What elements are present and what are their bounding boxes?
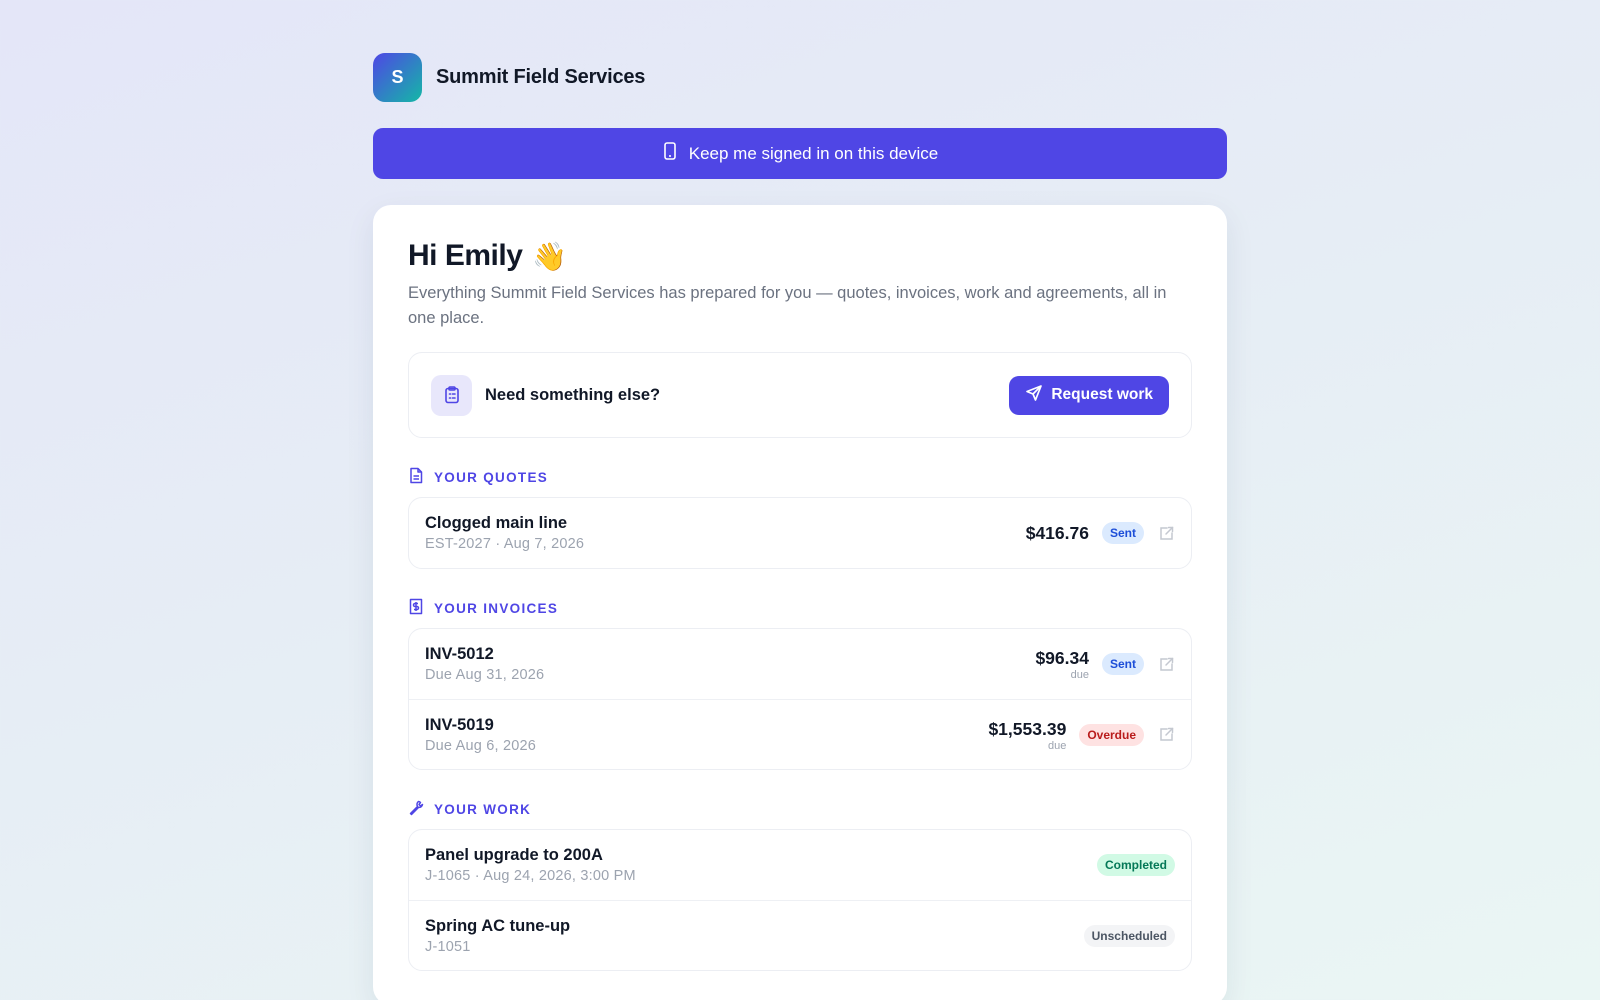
invoice-due-date: Due Aug 6, 2026 xyxy=(425,737,537,754)
status-badge: Unscheduled xyxy=(1083,924,1175,947)
greeting-text: Hi Emily xyxy=(408,239,523,272)
external-link-icon[interactable] xyxy=(1158,656,1175,673)
clipboard-icon xyxy=(431,374,472,416)
brand-name: Summit Field Services xyxy=(436,66,646,88)
invoice-dollar-icon xyxy=(408,598,424,618)
invoices-list: INV-5012 Due Aug 31, 2026 $96.34 due Sen… xyxy=(408,628,1192,770)
work-section-heading: YOUR WORK xyxy=(408,799,1192,819)
status-badge: Completed xyxy=(1096,854,1175,876)
external-link-icon[interactable] xyxy=(1158,525,1175,542)
invoice-number: INV-5012 xyxy=(425,645,494,663)
quotes-heading-label: YOUR QUOTES xyxy=(434,469,549,485)
work-heading-label: YOUR WORK xyxy=(434,801,532,817)
work-list: Panel upgrade to 200A J-1065 · Aug 24, 2… xyxy=(408,829,1192,971)
brand-header: S Summit Field Services xyxy=(373,53,1227,102)
work-subtitle: J-1051 xyxy=(425,938,471,955)
quotes-list: Clogged main line EST-2027 · Aug 7, 2026… xyxy=(408,497,1192,569)
request-work-button[interactable]: Request work xyxy=(1009,375,1169,415)
quote-subtitle: EST-2027 · Aug 7, 2026 xyxy=(425,536,585,552)
invoice-row[interactable]: INV-5012 Due Aug 31, 2026 $96.34 due Sen… xyxy=(409,629,1191,699)
request-work-label: Request work xyxy=(1051,386,1153,403)
invoices-heading-label: YOUR INVOICES xyxy=(434,600,559,616)
document-icon xyxy=(408,467,424,487)
quote-row[interactable]: Clogged main line EST-2027 · Aug 7, 2026… xyxy=(409,498,1191,568)
work-row[interactable]: Panel upgrade to 200A J-1065 · Aug 24, 2… xyxy=(409,830,1191,900)
invoice-number: INV-5019 xyxy=(425,715,494,734)
keep-signed-in-button[interactable]: Keep me signed in on this device xyxy=(373,128,1227,179)
greeting-title: Hi Emily 👋 xyxy=(408,239,1192,273)
invoice-amount: $96.34 xyxy=(1035,648,1089,668)
due-label: due xyxy=(1047,739,1067,752)
request-work-panel: Need something else? Request work xyxy=(408,352,1192,438)
invoice-amount: $1,553.39 xyxy=(988,718,1067,739)
due-label: due xyxy=(1070,669,1089,681)
invoices-section-heading: YOUR INVOICES xyxy=(408,598,1192,618)
quotes-section-heading: YOUR QUOTES xyxy=(408,467,1192,487)
waving-hand-emoji: 👋 xyxy=(532,240,567,272)
work-title: Panel upgrade to 200A xyxy=(425,846,603,864)
quote-amount: $416.76 xyxy=(1025,523,1089,543)
wrench-icon xyxy=(408,799,424,819)
invoice-due-date: Due Aug 31, 2026 xyxy=(425,667,545,683)
quote-title: Clogged main line xyxy=(425,514,568,532)
request-work-title: Need something else? xyxy=(485,385,661,404)
work-title: Spring AC tune-up xyxy=(425,916,571,935)
external-link-icon[interactable] xyxy=(1158,726,1175,743)
brand-logo: S xyxy=(373,53,422,102)
status-badge: Overdue xyxy=(1079,723,1144,746)
work-row[interactable]: Spring AC tune-up J-1051 Unscheduled xyxy=(409,900,1191,970)
greeting-intro: Everything Summit Field Services has pre… xyxy=(408,284,1167,327)
phone-icon xyxy=(662,142,678,165)
status-badge: Sent xyxy=(1101,653,1144,675)
keep-signed-in-label: Keep me signed in on this device xyxy=(688,143,939,163)
invoice-row[interactable]: INV-5019 Due Aug 6, 2026 $1,553.39 due O… xyxy=(409,699,1191,769)
status-badge: Sent xyxy=(1101,522,1144,544)
portal-container: S Summit Field Services Keep me signed i… xyxy=(373,53,1227,1000)
portal-card: Hi Emily 👋 Everything Summit Field Servi… xyxy=(373,205,1227,1000)
work-subtitle: J-1065 · Aug 24, 2026, 3:00 PM xyxy=(425,868,636,884)
send-icon xyxy=(1025,384,1043,407)
